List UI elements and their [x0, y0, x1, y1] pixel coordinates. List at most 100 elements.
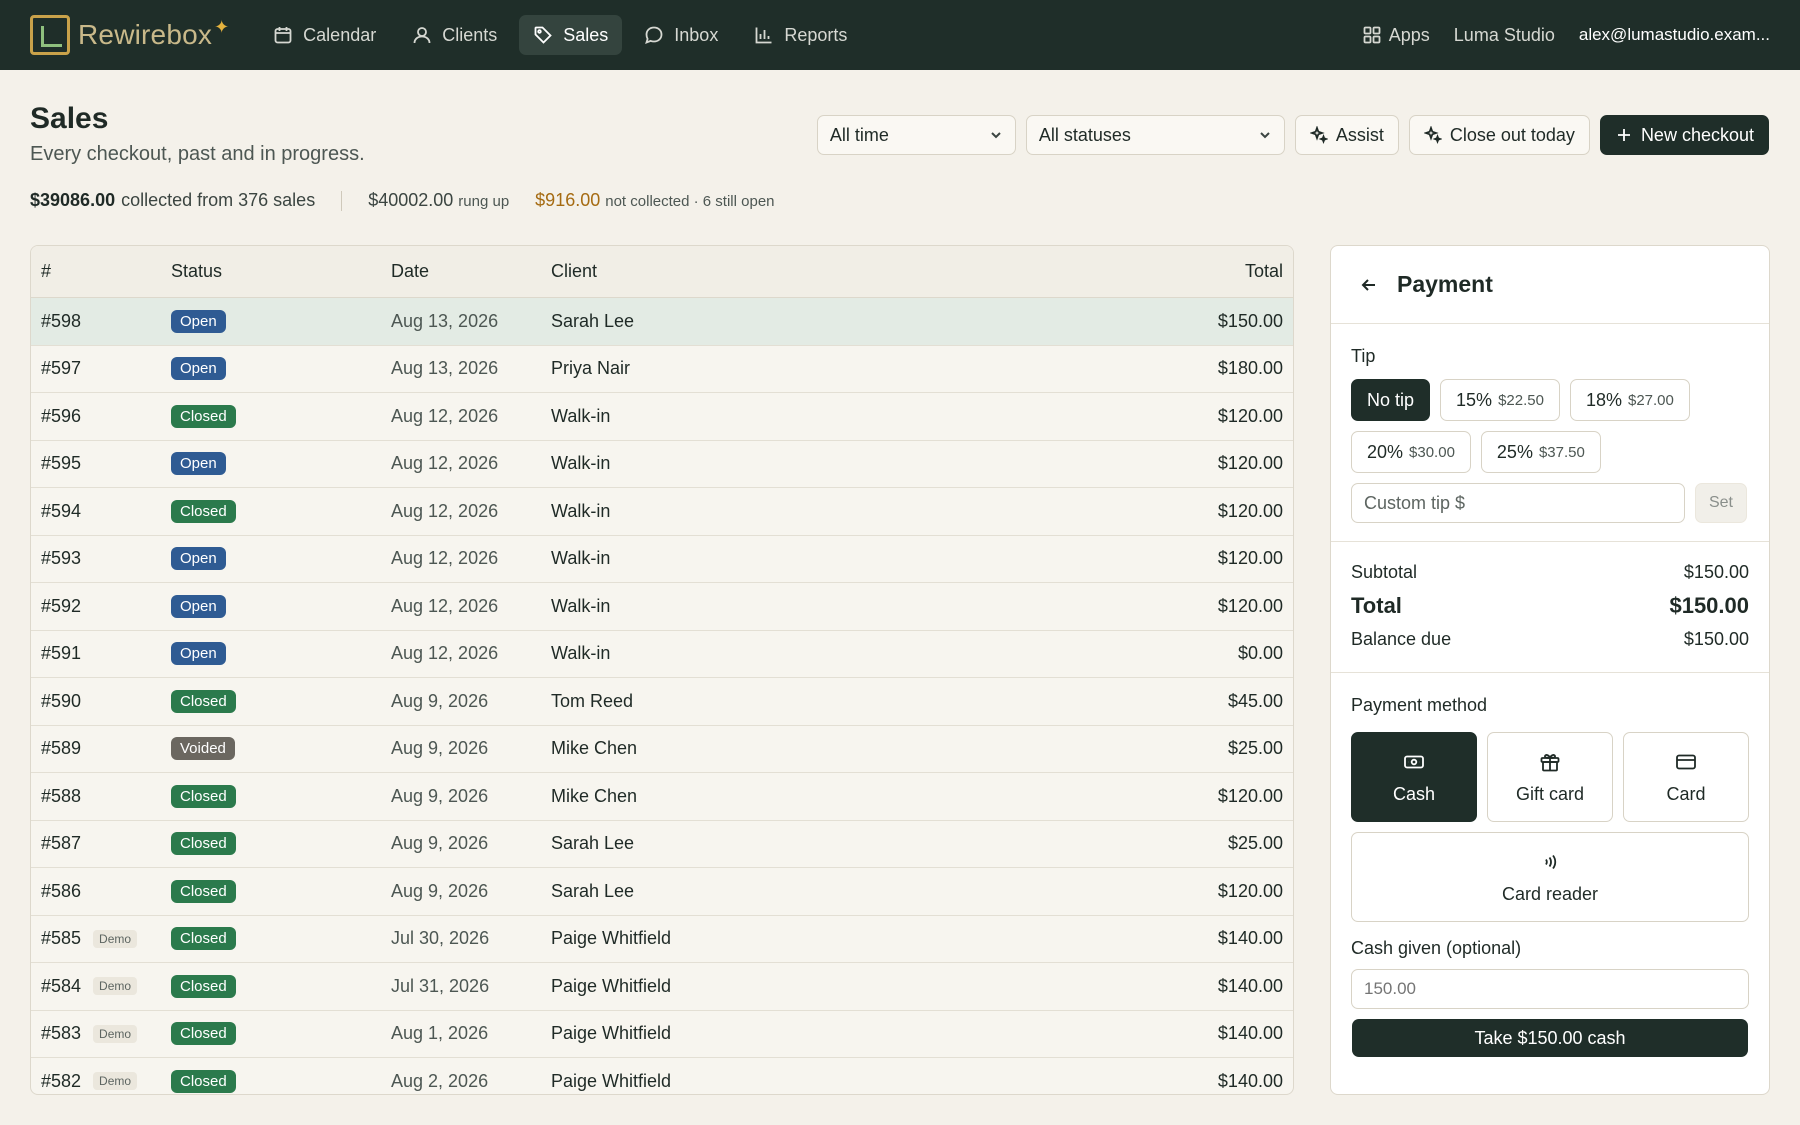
cash-icon	[1404, 755, 1424, 768]
sale-number: #588	[41, 785, 82, 806]
cell-date: Aug 12, 2026	[391, 548, 499, 569]
tip-option-button[interactable]: 15% $22.50	[1440, 379, 1560, 421]
cell-total: $120.00	[1217, 500, 1283, 521]
table-row[interactable]: #586 Closed Aug 9, 2026 Sarah Lee $120.0…	[31, 868, 1293, 916]
cell-status: Open	[171, 452, 391, 476]
table-row[interactable]: #584 Demo Closed Jul 31, 2026 Paige Whitf…	[31, 963, 1293, 1011]
status-badge: Closed	[171, 1069, 236, 1093]
studio-name[interactable]: Luma Studio	[1454, 25, 1555, 46]
table-row[interactable]: #588 Closed Aug 9, 2026 Mike Chen $120.0…	[31, 773, 1293, 821]
cell-number: #592	[31, 596, 171, 617]
tip-option-amount: $27.00	[1627, 391, 1674, 409]
method-label: Gift card	[1515, 783, 1585, 804]
brand-name: Rewirebox	[78, 19, 213, 50]
table-row[interactable]: #589 Voided Aug 9, 2026 Mike Chen $25.00	[31, 726, 1293, 773]
sales-table: # Status Date Client Total #598 Open Aug…	[30, 245, 1294, 1095]
tip-options: No tip 15% $22.50 18% $27.00 20% $30.00 25% $37.…	[1351, 379, 1751, 473]
tip-option-button[interactable]: No tip	[1351, 379, 1431, 421]
cell-date: Aug 12, 2026	[391, 595, 499, 616]
new-checkout-button[interactable]: New checkout	[1599, 115, 1769, 155]
column-header-client: Client	[551, 261, 598, 281]
nav-item-reports[interactable]: Reports	[740, 15, 861, 55]
method-card-reader-button[interactable]: Card reader	[1351, 832, 1749, 922]
assist-button[interactable]: Assist	[1294, 115, 1399, 155]
cell-date: Aug 12, 2026	[391, 500, 499, 521]
cell-number: #596	[31, 406, 171, 427]
table-body: #598 Open Aug 13, 2026 Sarah Lee $150.00…	[31, 298, 1293, 1094]
status-filter-select[interactable]: All statuses	[1025, 115, 1285, 155]
table-row[interactable]: #592 Open Aug 12, 2026 Walk-in $120.00	[31, 583, 1293, 631]
cell-status: Closed	[171, 689, 391, 713]
total-row: Total $150.00	[1351, 593, 1749, 619]
status-badge: Closed	[171, 832, 236, 856]
sale-number: #586	[41, 880, 82, 901]
method-label: Cash	[1392, 783, 1436, 804]
user-icon	[413, 27, 431, 44]
nav-item-sales[interactable]: Sales	[519, 15, 623, 55]
table-row[interactable]: #593 Open Aug 12, 2026 Walk-in $120.00	[31, 536, 1293, 583]
status-filter-value: All statuses	[1038, 124, 1131, 145]
sale-number: #592	[41, 595, 82, 616]
tip-option-button[interactable]: 18% $27.00	[1569, 379, 1690, 421]
subtotal-label: Subtotal	[1351, 562, 1418, 582]
cell-date: Jul 31, 2026	[391, 975, 490, 996]
set-tip-button[interactable]: Set	[1695, 483, 1747, 523]
tip-option-label: 15%	[1456, 389, 1493, 410]
table-row[interactable]: #582 Demo Closed Aug 2, 2026 Paige Whitfi…	[31, 1058, 1293, 1094]
time-filter-select[interactable]: All time	[816, 115, 1016, 155]
apps-button[interactable]: Apps	[1363, 25, 1430, 46]
status-badge: Open	[171, 357, 226, 381]
sales-summary: $39086.00 collected from 376 sales $4000…	[30, 190, 775, 211]
cash-given-input[interactable]	[1351, 969, 1749, 1009]
cell-total: $140.00	[1217, 928, 1283, 949]
cell-date: Aug 2, 2026	[391, 1070, 489, 1091]
status-badge: Voided	[171, 737, 235, 761]
tag-icon	[534, 26, 553, 44]
cell-total: $45.00	[1227, 690, 1283, 711]
tip-option-label: 20%	[1367, 441, 1404, 462]
sale-number: #585	[41, 928, 82, 949]
payment-method-label: Payment method	[1351, 695, 1488, 715]
tip-option-label: 25%	[1496, 441, 1533, 462]
table-row[interactable]: #590 Closed Aug 9, 2026 Tom Reed $45.00	[31, 678, 1293, 726]
table-row[interactable]: #583 Demo Closed Aug 1, 2026 Paige Whitfi…	[31, 1011, 1293, 1058]
cell-client: Sarah Lee	[551, 833, 635, 854]
nav-item-inbox[interactable]: Inbox	[630, 15, 732, 55]
cell-status: Closed	[171, 404, 391, 428]
custom-tip-input[interactable]	[1351, 483, 1685, 523]
nav-item-calendar[interactable]: Calendar	[259, 15, 390, 55]
tip-option-button[interactable]: 20% $30.00	[1351, 431, 1471, 473]
cell-status: Voided	[171, 737, 391, 761]
account-email[interactable]: alex@lumastudio.exam...	[1579, 25, 1770, 45]
chevron-down-icon	[991, 132, 1001, 139]
collected-text: collected from 376 sales	[121, 190, 316, 210]
cell-number: #590	[31, 691, 171, 712]
method-gift-card-button[interactable]: Gift card	[1487, 732, 1613, 822]
table-row[interactable]: #598 Open Aug 13, 2026 Sarah Lee $150.00	[31, 298, 1293, 346]
nav-item-clients[interactable]: Clients	[398, 15, 511, 55]
sale-number: #598	[41, 310, 82, 331]
close-out-today-button[interactable]: Close out today	[1408, 115, 1590, 155]
tip-option-button[interactable]: 25% $37.50	[1480, 431, 1601, 473]
table-row[interactable]: #591 Open Aug 12, 2026 Walk-in $0.00	[31, 631, 1293, 678]
brand-logo[interactable]: Rewirebox ✦	[30, 15, 229, 55]
table-row[interactable]: #585 Demo Closed Jul 30, 2026 Paige Whitf…	[31, 916, 1293, 963]
cell-client: Walk-in	[551, 405, 611, 426]
take-cash-button[interactable]: Take $150.00 cash	[1352, 1019, 1748, 1057]
table-row[interactable]: #595 Open Aug 12, 2026 Walk-in $120.00	[31, 441, 1293, 488]
table-header: # Status Date Client Total	[31, 246, 1293, 298]
cell-number: #585 Demo	[31, 928, 171, 949]
table-row[interactable]: #597 Open Aug 13, 2026 Priya Nair $180.0…	[31, 346, 1293, 393]
divider	[341, 190, 343, 211]
cell-total: $25.00	[1227, 738, 1283, 759]
table-row[interactable]: #596 Closed Aug 12, 2026 Walk-in $120.00	[31, 393, 1293, 441]
cell-date: Aug 12, 2026	[391, 405, 499, 426]
method-card-button[interactable]: Card	[1623, 732, 1749, 822]
balance-row: Balance due $150.00	[1351, 629, 1749, 650]
cell-status: Open	[171, 642, 391, 666]
table-row[interactable]: #587 Closed Aug 9, 2026 Sarah Lee $25.00	[31, 821, 1293, 868]
back-arrow-icon[interactable]	[1359, 275, 1379, 295]
subtotal-value: $150.00	[1683, 562, 1749, 582]
method-cash-button[interactable]: Cash	[1351, 732, 1477, 822]
table-row[interactable]: #594 Closed Aug 12, 2026 Walk-in $120.00	[31, 488, 1293, 536]
